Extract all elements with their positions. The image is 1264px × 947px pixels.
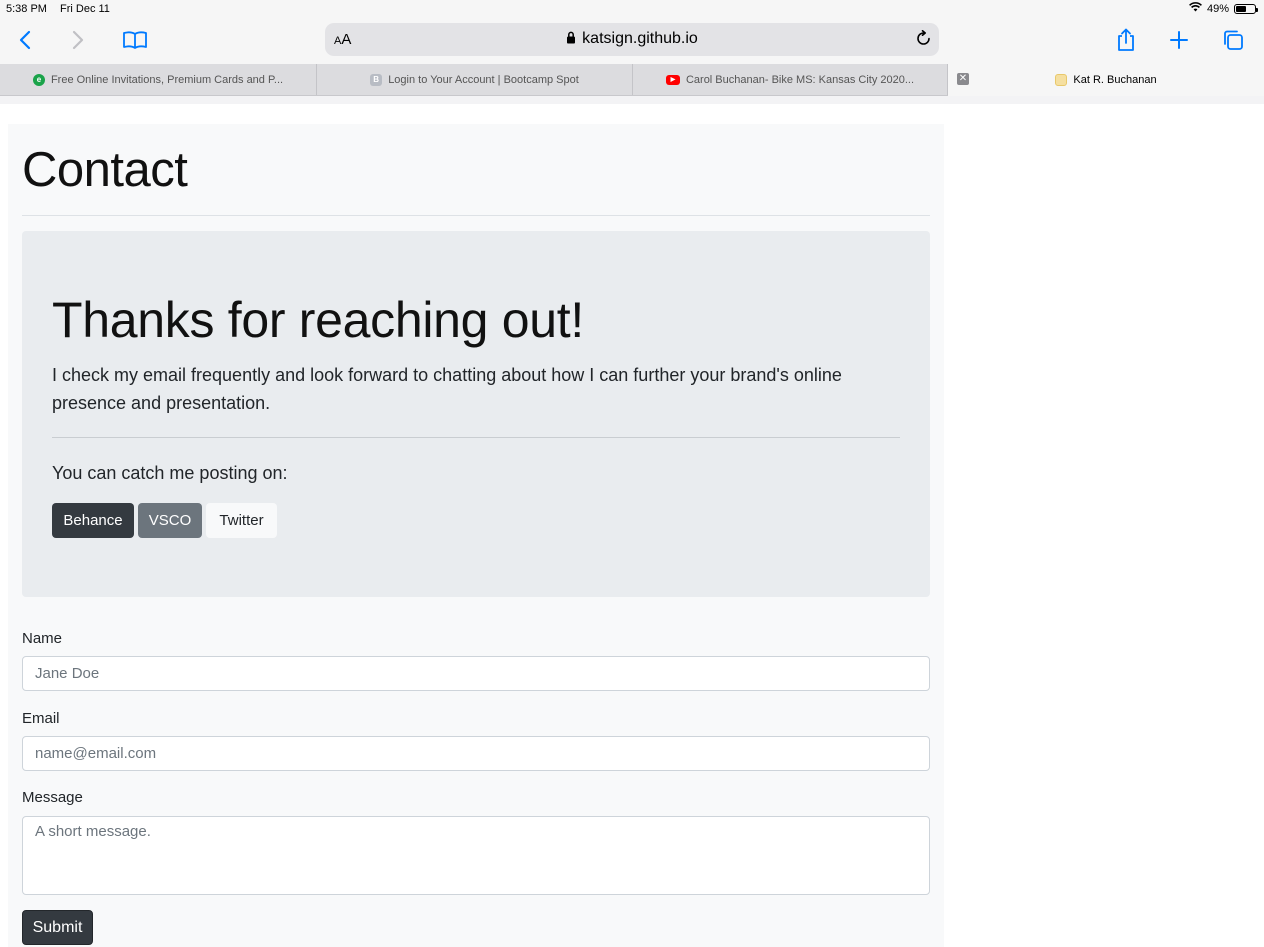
status-date: Fri Dec 11 [60,3,110,15]
tabs-icon [1224,30,1243,50]
browser-toolbar: AA katsign.github.io [0,18,1264,64]
forward-button[interactable] [62,26,94,54]
book-icon [123,31,147,49]
social-intro-text: You can catch me posting on: [52,463,288,483]
page-top-gap [0,96,1264,104]
youtube-favicon-icon: ▶ [665,74,680,85]
page-title: Contact [22,143,188,197]
site-favicon-icon [1055,74,1068,86]
jumbotron-lead: I check my email frequently and look for… [52,365,842,413]
wifi-icon [1189,2,1202,15]
url-text[interactable]: katsign.github.io [325,30,939,49]
divider [22,215,930,216]
name-input[interactable] [22,656,930,691]
share-icon [1118,28,1134,51]
email-input[interactable] [22,736,930,771]
tabs-overview-button[interactable] [1217,26,1249,54]
new-tab-button[interactable] [1163,26,1195,54]
tab-label: Kat R. Buchanan [1073,74,1157,86]
evite-favicon-icon: e [32,73,45,86]
close-tab-icon[interactable]: ✕ [957,73,969,85]
contact-container: Contact Thanks for reaching out! I check… [8,124,944,947]
twitter-button[interactable]: Twitter [206,503,277,538]
tab-bar: e Free Online Invitations, Premium Cards… [0,64,1264,96]
jumbotron: Thanks for reaching out! I check my emai… [22,231,930,597]
status-bar: 5:38 PM Fri Dec 11 49% [0,0,1264,18]
bookmarks-button[interactable] [119,26,151,54]
jumbotron-heading: Thanks for reaching out! [52,292,584,348]
tab-bootcamp-spot[interactable]: B Login to Your Account | Bootcamp Spot [317,64,633,95]
tab-label: Carol Buchanan- Bike MS: Kansas City 202… [685,73,915,86]
reload-icon[interactable] [915,30,932,52]
tab-label: Free Online Invitations, Premium Cards a… [50,73,284,86]
share-button[interactable] [1110,26,1142,54]
chevron-right-icon [72,30,84,50]
message-label: Message [22,789,83,806]
email-label: Email [22,710,60,727]
behance-button[interactable]: Behance [52,503,134,538]
battery-icon [1234,3,1258,14]
lock-icon [566,31,576,49]
vsco-button[interactable]: VSCO [138,503,202,538]
tab-youtube[interactable]: ▶ Carol Buchanan- Bike MS: Kansas City 2… [633,64,948,95]
chevron-left-icon [19,30,31,50]
tab-active-kat-buchanan[interactable]: Kat R. Buchanan [948,64,1264,96]
submit-button[interactable]: Submit [22,910,93,945]
status-time: 5:38 PM [6,3,47,15]
tab-label: Login to Your Account | Bootcamp Spot [388,73,579,86]
divider [52,437,900,438]
address-bar[interactable]: AA katsign.github.io [325,23,939,56]
plus-icon [1170,31,1188,49]
status-indicators: 49% [1189,2,1258,15]
back-button[interactable] [9,26,41,54]
name-label: Name [22,630,63,647]
battery-percent: 49% [1206,2,1229,15]
tab-evite[interactable]: e Free Online Invitations, Premium Cards… [0,64,317,95]
bootcamp-favicon-icon: B [370,73,383,86]
message-textarea[interactable] [22,816,930,895]
